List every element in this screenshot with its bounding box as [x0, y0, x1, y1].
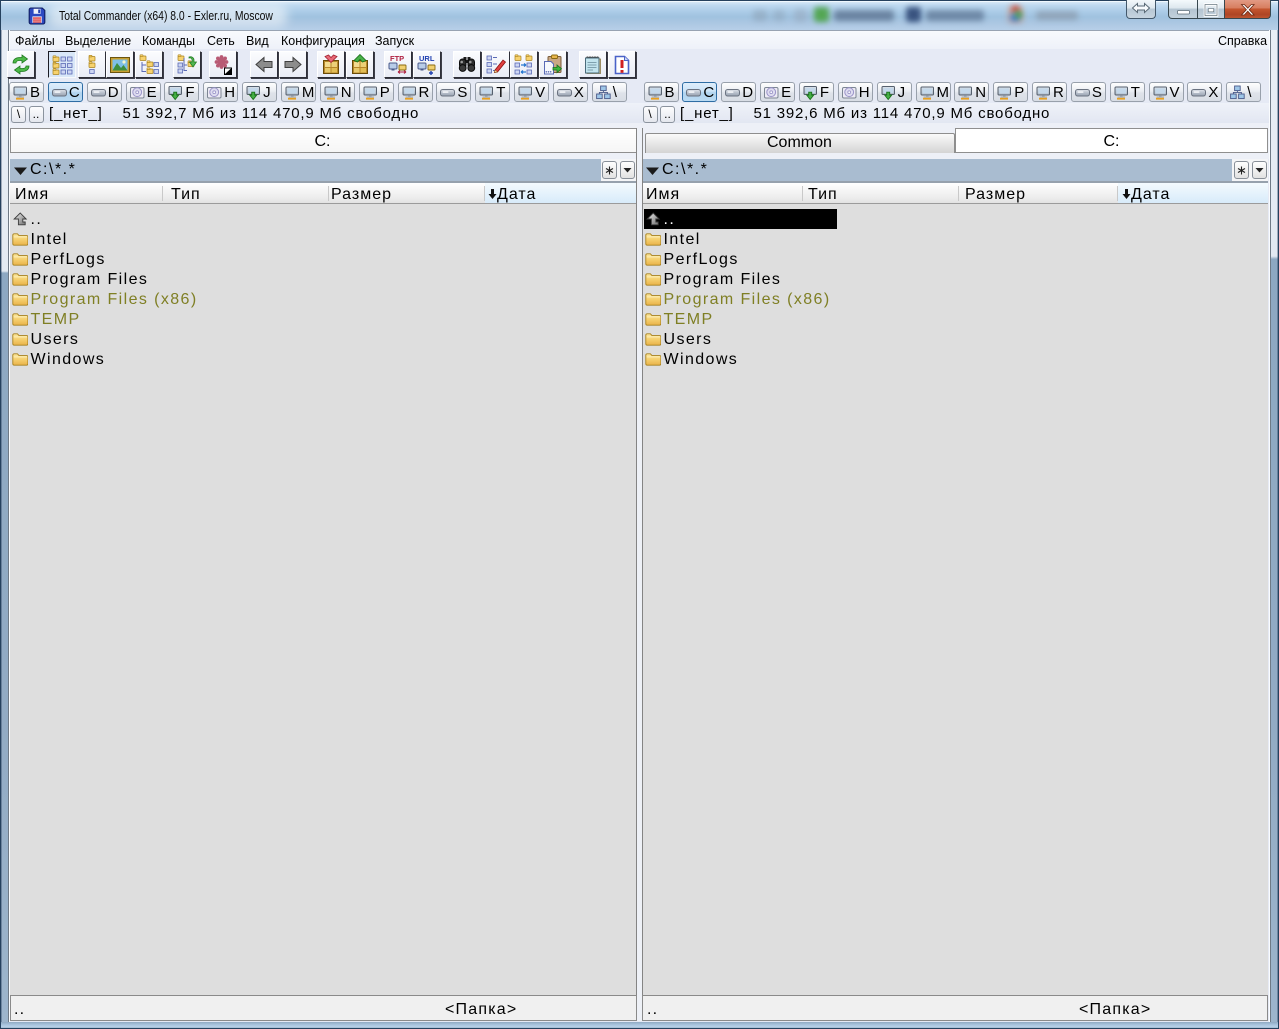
svg-text:URL: URL — [419, 54, 435, 63]
svg-text:FTP: FTP — [390, 54, 404, 63]
